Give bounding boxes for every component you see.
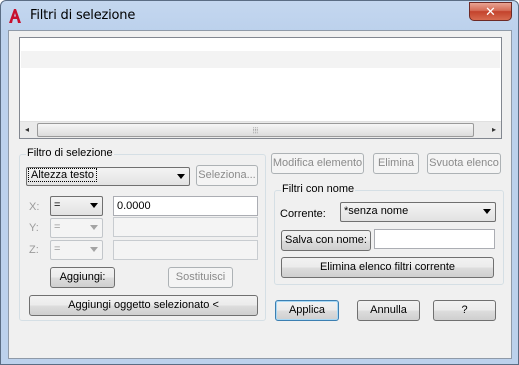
replace-button[interactable]: Sostituisci bbox=[168, 267, 233, 288]
delete-current-filter-list-button[interactable]: Elimina elenco filtri corrente bbox=[281, 257, 494, 278]
autocad-app-icon bbox=[9, 9, 21, 23]
close-button[interactable]: ✕ bbox=[469, 2, 512, 21]
dialog-window: Filtri di selezione ✕ ◂ ⦙⦙⦙ ▸ Filtro di … bbox=[0, 0, 519, 365]
add-selected-object-button[interactable]: Aggiungi oggetto selezionato < bbox=[29, 295, 258, 316]
delete-button[interactable]: Elimina bbox=[373, 153, 419, 174]
dialog-client-area: ◂ ⦙⦙⦙ ▸ Filtro di selezione Altezza test… bbox=[8, 30, 512, 359]
z-value-input[interactable] bbox=[113, 240, 258, 260]
y-operator-value: = bbox=[54, 221, 61, 233]
current-filter-dropdown[interactable]: *senza nome bbox=[340, 202, 496, 222]
x-operator-value: = bbox=[54, 199, 61, 211]
z-operator-dropdown[interactable]: = bbox=[50, 240, 103, 260]
y-label: Y: bbox=[29, 222, 39, 234]
select-button[interactable]: Seleziona... bbox=[196, 165, 258, 186]
window-title: Filtri di selezione bbox=[30, 8, 136, 23]
chevron-down-icon bbox=[90, 203, 98, 208]
z-operator-value: = bbox=[54, 243, 61, 255]
scroll-left-icon[interactable]: ◂ bbox=[25, 125, 29, 134]
filter-type-dropdown[interactable]: Altezza testo bbox=[26, 167, 190, 186]
chevron-down-icon bbox=[483, 209, 491, 214]
z-label: Z: bbox=[29, 244, 39, 256]
scrollbar-thumb[interactable]: ⦙⦙⦙ bbox=[37, 123, 474, 137]
scroll-grip-icon: ⦙⦙⦙ bbox=[252, 126, 259, 135]
apply-button[interactable]: Applica bbox=[275, 300, 339, 321]
title-bar[interactable]: Filtri di selezione ✕ bbox=[1, 1, 518, 31]
save-as-button[interactable]: Salva con nome: bbox=[281, 230, 371, 251]
current-label: Corrente: bbox=[280, 208, 326, 220]
clear-list-button[interactable]: Svuota elenco bbox=[427, 153, 501, 174]
x-label: X: bbox=[29, 201, 40, 213]
x-value: 0.0000 bbox=[117, 200, 151, 212]
scroll-right-icon[interactable]: ▸ bbox=[492, 125, 496, 134]
current-filter-value: *senza nome bbox=[344, 205, 409, 217]
help-button[interactable]: ? bbox=[433, 300, 496, 321]
x-value-input[interactable]: 0.0000 bbox=[113, 196, 258, 216]
x-operator-dropdown[interactable]: = bbox=[50, 196, 103, 216]
close-icon: ✕ bbox=[485, 4, 496, 19]
y-operator-dropdown[interactable]: = bbox=[50, 218, 103, 238]
edit-item-button[interactable]: Modifica elemento bbox=[271, 153, 364, 174]
horizontal-scrollbar[interactable]: ◂ ⦙⦙⦙ ▸ bbox=[20, 121, 501, 138]
y-value-input[interactable] bbox=[113, 217, 258, 237]
chevron-down-icon bbox=[90, 225, 98, 230]
list-selected-row[interactable] bbox=[21, 51, 500, 68]
filter-type-value: Altezza testo bbox=[28, 168, 97, 182]
add-button[interactable]: Aggiungi: bbox=[50, 267, 115, 288]
selection-filter-label: Filtro di selezione bbox=[26, 147, 114, 159]
chevron-down-icon bbox=[90, 247, 98, 252]
filter-list[interactable]: ◂ ⦙⦙⦙ ▸ bbox=[19, 37, 502, 139]
chevron-down-icon bbox=[177, 174, 185, 179]
named-filters-label: Filtri con nome bbox=[281, 183, 356, 195]
cancel-button[interactable]: Annulla bbox=[357, 300, 420, 321]
save-as-name-input[interactable] bbox=[374, 229, 495, 249]
